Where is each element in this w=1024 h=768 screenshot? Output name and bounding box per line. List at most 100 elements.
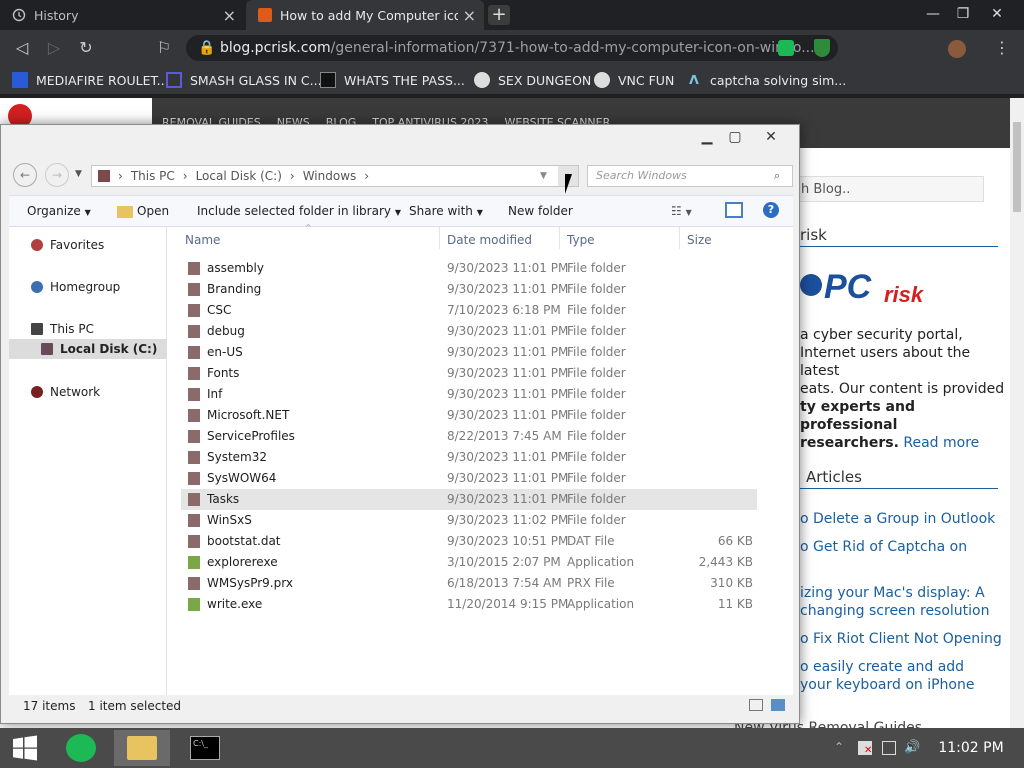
column-divider[interactable] xyxy=(559,227,560,249)
explorer-titlebar[interactable] xyxy=(1,125,799,155)
taskbar-clock[interactable]: 11:02 PM xyxy=(936,728,1006,768)
back-button[interactable]: ← xyxy=(13,163,37,187)
bookmark-item[interactable]: SMASH GLASS IN C... xyxy=(166,66,322,94)
file-date-modified: 9/30/2023 11:01 PM xyxy=(447,408,569,422)
organize-button[interactable]: Organize ▼ xyxy=(27,201,91,221)
page-scrollbar[interactable] xyxy=(1010,98,1024,728)
table-row[interactable]: Microsoft.NET 9/30/2023 11:01 PM File fold… xyxy=(181,405,757,426)
view-options-icon[interactable]: ☷ ▼ xyxy=(671,201,692,221)
network-tray-icon[interactable] xyxy=(882,741,896,755)
start-button[interactable] xyxy=(2,730,48,766)
bookmark-item[interactable]: VNC FUN xyxy=(594,66,674,94)
table-row[interactable]: Tasks 9/30/2023 11:01 PM File folder xyxy=(181,489,757,510)
menu-kebab-icon[interactable]: ⋮ xyxy=(992,38,1012,58)
tab-pcrisk-article[interactable]: How to add My Computer icon on × xyxy=(246,0,484,30)
close-browser-button[interactable]: ✕ xyxy=(980,0,1014,30)
column-date-modified[interactable]: Date modified xyxy=(447,233,532,251)
article-link[interactable]: izing your Mac's display: A xyxy=(800,584,985,602)
forward-button[interactable]: → xyxy=(45,163,69,187)
article-link[interactable]: o Delete a Group in Outlook xyxy=(800,510,995,528)
taskbar-file-explorer[interactable] xyxy=(114,730,170,766)
close-button[interactable]: ✕ xyxy=(757,129,785,149)
table-row[interactable]: CSC 7/10/2023 6:18 PM File folder xyxy=(181,300,757,321)
article-link[interactable]: o easily create and add xyxy=(800,658,964,676)
bookmark-item[interactable]: SEX DUNGEON xyxy=(474,66,591,94)
article-link[interactable]: o Fix Riot Client Not Opening xyxy=(800,630,1002,648)
breadcrumb-local-disk[interactable]: Local Disk (C:) xyxy=(196,169,282,183)
column-size[interactable]: Size xyxy=(687,233,712,251)
table-row[interactable]: SysWOW64 9/30/2023 11:01 PM File folder xyxy=(181,468,757,489)
table-row[interactable]: Fonts 9/30/2023 11:01 PM File folder xyxy=(181,363,757,384)
nav-homegroup[interactable]: Homegroup xyxy=(31,277,120,297)
breadcrumb-this-pc[interactable]: This PC xyxy=(131,169,175,183)
profile-avatar[interactable] xyxy=(948,40,966,58)
scrollbar-thumb[interactable] xyxy=(1013,122,1021,212)
details-view-icon[interactable] xyxy=(749,699,763,711)
large-icons-view-icon[interactable] xyxy=(771,699,785,711)
bookmark-item[interactable]: WHATS THE PASS... xyxy=(320,66,465,94)
explorer-address-bar[interactable]: › This PC › Local Disk (C:) › Windows › ▼ xyxy=(91,165,579,187)
bookmark-item[interactable]: MEDIAFIRE ROULET... xyxy=(12,66,169,94)
flag-icon[interactable]: ✕ xyxy=(858,741,872,756)
back-arrow-icon[interactable]: ◁ xyxy=(12,38,32,58)
tab-history[interactable]: History × xyxy=(0,0,244,30)
show-hidden-icons-icon[interactable]: ⌃ xyxy=(834,740,844,754)
table-row[interactable]: ServiceProfiles 8/22/2013 7:45 AM File fol… xyxy=(181,426,757,447)
close-tab-icon[interactable]: × xyxy=(223,6,236,25)
taskbar-command-prompt[interactable]: C:\_ xyxy=(182,730,228,766)
new-folder-button[interactable]: New folder xyxy=(508,201,573,221)
blog-search-input[interactable]: h Blog.. xyxy=(792,176,984,202)
application-icon xyxy=(188,598,200,611)
help-icon[interactable]: ? xyxy=(763,202,779,218)
restore-browser-button[interactable]: ❐ xyxy=(946,0,980,30)
table-row[interactable]: explorerexe 3/10/2015 2:07 PM Application 2… xyxy=(181,552,757,573)
extension-green-icon[interactable] xyxy=(778,40,794,56)
table-row[interactable]: bootstat.dat 9/30/2023 10:51 PM DAT File 66… xyxy=(181,531,757,552)
file-type: File folder xyxy=(567,471,626,485)
include-in-library-button[interactable]: Include selected folder in library ▼ xyxy=(197,201,401,221)
taskbar-notes-app[interactable] xyxy=(58,730,104,766)
address-dropdown-icon[interactable]: ▼ xyxy=(540,166,547,186)
table-row[interactable]: assembly 9/30/2023 11:01 PM File folder xyxy=(181,258,757,279)
reload-icon[interactable]: ↻ xyxy=(76,38,96,58)
share-with-button[interactable]: Share with ▼ xyxy=(409,201,483,221)
table-row[interactable]: WMSysPr9.prx 6/18/2013 7:54 AM PRX File 310… xyxy=(181,573,757,594)
volume-icon[interactable]: 🔊 xyxy=(904,740,920,755)
nav-local-disk[interactable]: Local Disk (C:) xyxy=(9,339,167,359)
maximize-button[interactable]: ▢ xyxy=(721,129,749,149)
table-row[interactable]: System32 9/30/2023 11:01 PM File folder xyxy=(181,447,757,468)
preview-pane-icon[interactable] xyxy=(725,202,743,218)
forward-arrow-icon[interactable]: ▷ xyxy=(44,38,64,58)
article-link-cont[interactable]: your keyboard on iPhone xyxy=(800,676,974,694)
nav-network[interactable]: Network xyxy=(31,382,100,402)
recent-locations-dropdown[interactable]: ▼ xyxy=(75,169,82,179)
explorer-search-input[interactable]: Search Windows ⌕ xyxy=(587,165,793,187)
table-row[interactable]: Branding 9/30/2023 11:01 PM File folder xyxy=(181,279,757,300)
status-bar: 17 items 1 item selected xyxy=(9,695,793,717)
read-more-link[interactable]: Read more xyxy=(903,435,979,451)
table-row[interactable]: WinSxS 9/30/2023 11:02 PM File folder xyxy=(181,510,757,531)
table-row[interactable]: en-US 9/30/2023 11:01 PM File folder xyxy=(181,342,757,363)
minimize-button[interactable]: ▁ xyxy=(693,129,721,149)
nav-this-pc[interactable]: This PC xyxy=(31,319,94,339)
file-name: explorerexe xyxy=(207,555,278,569)
address-bar[interactable]: 🔒 blog.pcrisk.com/general-information/73… xyxy=(186,35,838,61)
nav-favorites[interactable]: Favorites xyxy=(31,235,104,255)
column-type[interactable]: Type xyxy=(567,233,595,251)
close-tab-icon[interactable]: × xyxy=(463,6,476,25)
article-link[interactable]: o Get Rid of Captcha on xyxy=(800,538,967,556)
bookmark-icon[interactable]: ⚐ xyxy=(154,38,174,58)
article-link-cont[interactable]: changing screen resolution xyxy=(800,602,990,620)
new-tab-button[interactable]: + xyxy=(488,5,510,25)
table-row[interactable]: Inf 9/30/2023 11:01 PM File folder xyxy=(181,384,757,405)
table-row[interactable]: debug 9/30/2023 11:01 PM File folder xyxy=(181,321,757,342)
shield-extension-icon[interactable] xyxy=(814,39,830,57)
table-row[interactable]: write.exe 11/20/2014 9:15 PM Application 11… xyxy=(181,594,757,615)
minimize-browser-button[interactable]: — xyxy=(916,0,950,30)
column-divider[interactable] xyxy=(679,227,680,249)
bookmark-item[interactable]: Λcaptcha solving sim... xyxy=(686,66,846,94)
column-name[interactable]: Name xyxy=(185,233,220,251)
breadcrumb-windows[interactable]: Windows xyxy=(303,169,357,183)
open-button[interactable]: Open xyxy=(117,201,169,221)
column-divider[interactable] xyxy=(439,227,440,249)
